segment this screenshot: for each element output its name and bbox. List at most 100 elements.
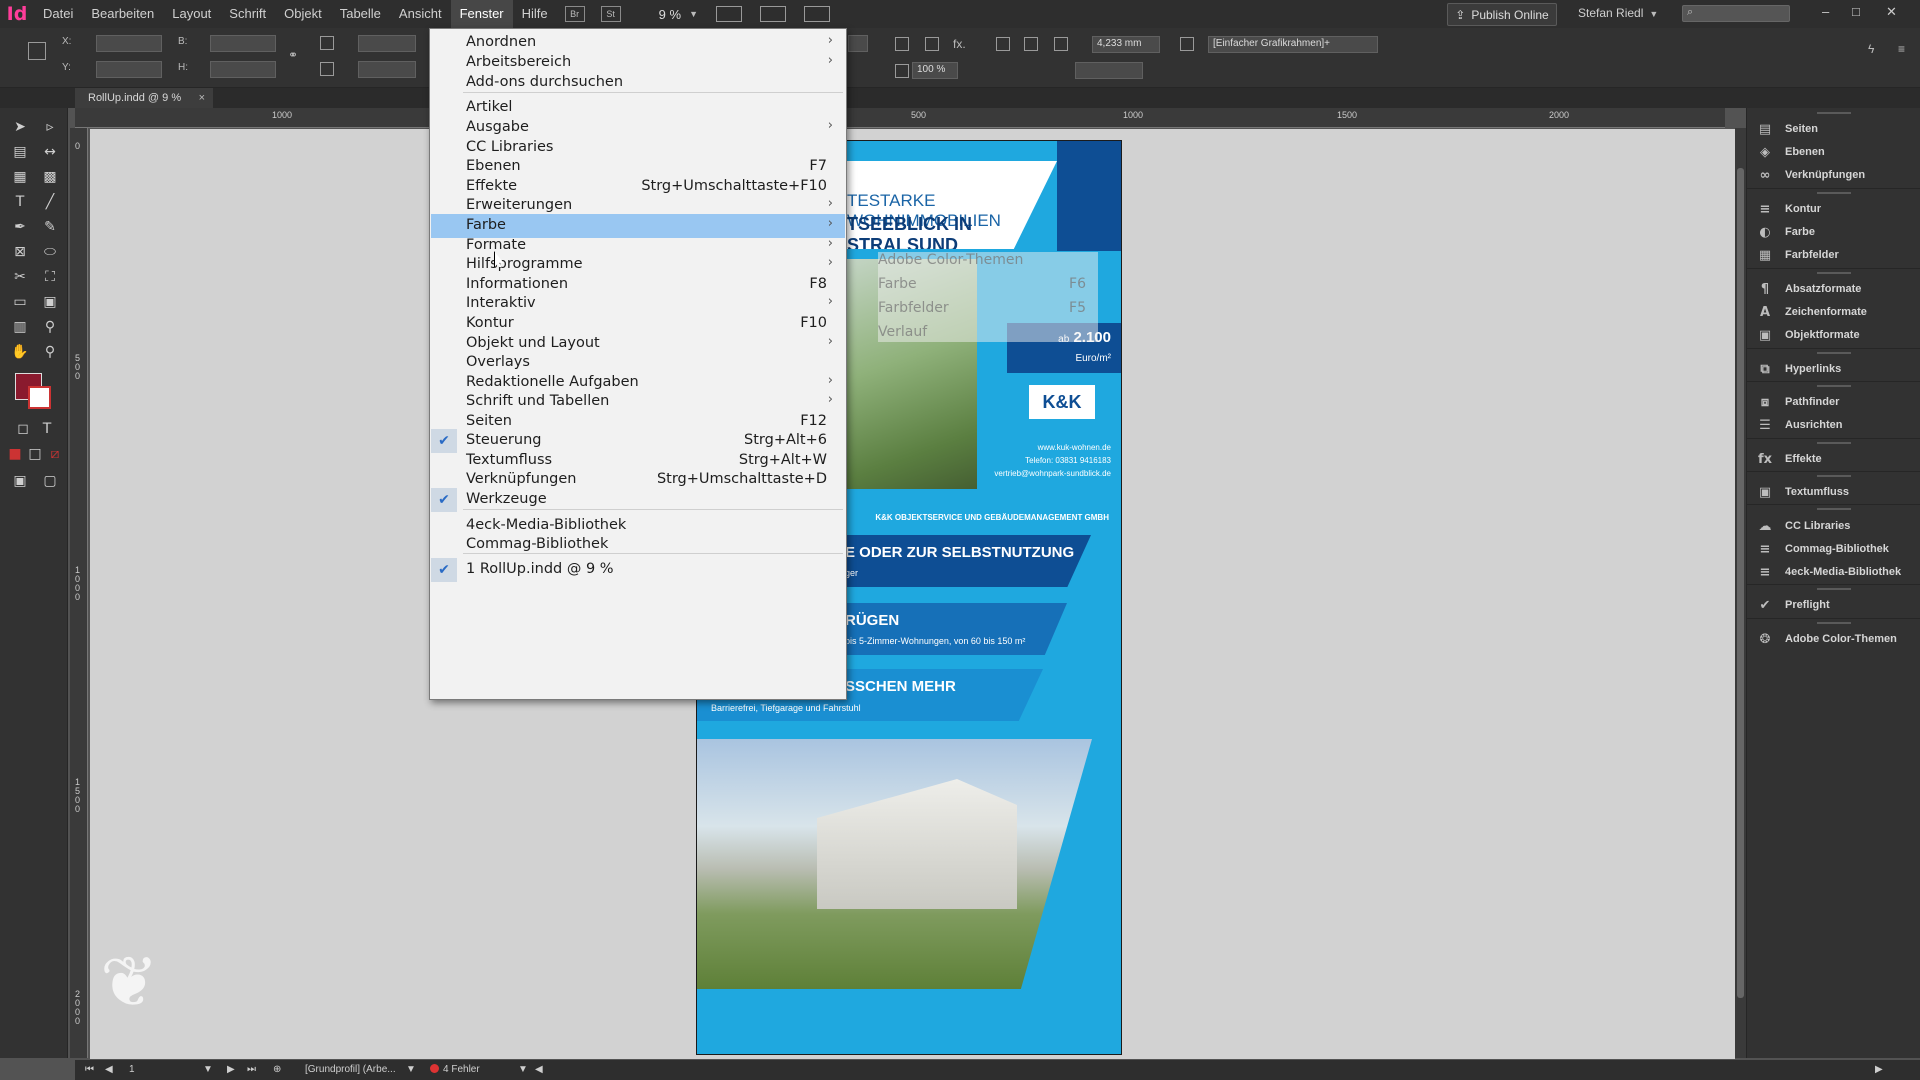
apply-gradient-icon[interactable]: □: [24, 443, 46, 465]
scale-x-field[interactable]: [358, 35, 416, 52]
chevron-down-icon[interactable]: ▼: [518, 1064, 528, 1075]
formatting-text-icon[interactable]: T: [36, 418, 58, 440]
rectangle-frame-tool-icon[interactable]: ⊠: [9, 241, 31, 263]
menu-objekt[interactable]: Objekt: [275, 0, 331, 28]
vertical-scrollbar[interactable]: [1735, 128, 1746, 1058]
opacity-field[interactable]: 100 %: [912, 62, 958, 79]
panel-group-grip[interactable]: [1747, 112, 1920, 114]
constrain-proportions-icon[interactable]: ⚭: [288, 48, 298, 62]
panel-cc-libraries[interactable]: ☁ CC Libraries: [1747, 515, 1920, 539]
submenu-item[interactable]: Verlauf: [878, 324, 927, 340]
panel-ausrichten[interactable]: ☰ Ausrichten: [1747, 414, 1920, 438]
frame-style-select[interactable]: [Einfacher Grafikrahmen]+: [1208, 36, 1378, 53]
content-placer-icon[interactable]: ▩: [39, 166, 61, 188]
panel-verkn-pfungen[interactable]: ∞ Verknüpfungen: [1747, 164, 1920, 188]
ellipse-tool-icon[interactable]: ⬭: [39, 241, 61, 263]
scroll-right-icon[interactable]: ▶: [1875, 1064, 1883, 1075]
selection-tool-icon[interactable]: ➤: [9, 116, 31, 138]
panel-hyperlinks[interactable]: ⧉ Hyperlinks: [1747, 358, 1920, 382]
panel-adobe-color-themen[interactable]: ❂ Adobe Color-Themen: [1747, 628, 1920, 652]
zoom-level[interactable]: 9 %: [659, 7, 681, 22]
menu-item-1-rollup-indd-9[interactable]: ✔ 1 RollUp.indd @ 9 %: [431, 558, 845, 582]
stock-button[interactable]: St: [600, 6, 621, 22]
gradient-swatch-tool-icon[interactable]: ▭: [9, 291, 31, 313]
screen-mode-icon[interactable]: ▢: [39, 470, 61, 492]
panel-pathfinder[interactable]: ⧈ Pathfinder: [1747, 391, 1920, 415]
chevron-down-icon[interactable]: ▼: [406, 1064, 416, 1075]
stroke-weight-field[interactable]: 4,233 mm: [1092, 36, 1160, 53]
panel-4eck-media-bibliothek[interactable]: ≡ 4eck-Media-Bibliothek: [1747, 561, 1920, 585]
width-field[interactable]: [210, 35, 276, 52]
user-menu[interactable]: Stefan Riedl ▼: [1578, 6, 1658, 20]
direct-selection-tool-icon[interactable]: ▹: [39, 116, 61, 138]
zoom-tool-icon[interactable]: ⚲: [39, 341, 61, 363]
view-options-icon[interactable]: [715, 6, 742, 22]
submenu-item[interactable]: Farbe: [878, 276, 917, 292]
preflight-errors[interactable]: 4 Fehler: [430, 1064, 480, 1075]
next-page-icon[interactable]: ▶: [227, 1064, 235, 1075]
panel-group-grip[interactable]: [1747, 192, 1920, 194]
panel-kontur[interactable]: ≡ Kontur: [1747, 198, 1920, 222]
screen-mode-icon[interactable]: [759, 6, 786, 22]
panel-absatzformate[interactable]: ¶ Absatzformate: [1747, 278, 1920, 302]
first-page-icon[interactable]: ⏮: [85, 1064, 94, 1075]
panel-seiten[interactable]: ▤ Seiten: [1747, 118, 1920, 142]
panel-group-grip[interactable]: [1747, 475, 1920, 477]
gap-tool-icon[interactable]: ↔: [39, 141, 61, 163]
maximize-button[interactable]: □: [1852, 4, 1860, 19]
fx-icon[interactable]: fx.: [953, 37, 966, 51]
apply-none-icon[interactable]: ⧄: [44, 443, 66, 465]
gradient-feather-tool-icon[interactable]: ▣: [39, 291, 61, 313]
fitting-icon[interactable]: [996, 37, 1010, 51]
search-input[interactable]: ⌕: [1682, 5, 1790, 22]
height-field[interactable]: [210, 61, 276, 78]
hand-tool-icon[interactable]: ✋: [9, 341, 31, 363]
stroke-weight-icon[interactable]: [1054, 37, 1068, 51]
panel-group-grip[interactable]: [1747, 385, 1920, 387]
scroll-left-icon[interactable]: ◀: [535, 1064, 543, 1075]
submenu-item[interactable]: Farbfelder: [878, 300, 949, 316]
eyedropper-tool-icon[interactable]: ⚲: [39, 316, 61, 338]
menu-schrift[interactable]: Schrift: [220, 0, 275, 28]
page-number[interactable]: 1: [129, 1064, 135, 1075]
chevron-down-icon[interactable]: ▼: [203, 1064, 213, 1075]
type-tool-icon[interactable]: T: [9, 191, 31, 213]
previous-page-icon[interactable]: ◀: [105, 1064, 113, 1075]
panel-group-grip[interactable]: [1747, 272, 1920, 274]
panel-group-grip[interactable]: [1747, 622, 1920, 624]
apply-color-icon[interactable]: ■: [4, 443, 26, 465]
panel-preflight[interactable]: ✔ Preflight: [1747, 594, 1920, 618]
arrange-documents-icon[interactable]: [803, 6, 830, 22]
menu-fenster[interactable]: Fenster: [450, 0, 513, 28]
panel-farbe[interactable]: ◐ Farbe: [1747, 221, 1920, 245]
pen-tool-icon[interactable]: ✒: [9, 216, 31, 238]
panel-group-grip[interactable]: [1747, 352, 1920, 354]
line-tool-icon[interactable]: ╱: [39, 191, 61, 213]
scale-y-icon[interactable]: [320, 62, 334, 76]
reference-point-icon[interactable]: [28, 42, 46, 60]
menu-bearbeiten[interactable]: Bearbeiten: [82, 0, 163, 28]
menu-layout[interactable]: Layout: [163, 0, 220, 28]
panel-textumfluss[interactable]: ▣ Textumfluss: [1747, 481, 1920, 505]
close-icon[interactable]: ×: [199, 88, 205, 108]
close-window-button[interactable]: ✕: [1886, 4, 1897, 20]
preflight-profile[interactable]: [Grundprofil] (Arbe...: [305, 1064, 396, 1075]
panel-ebenen[interactable]: ◈ Ebenen: [1747, 141, 1920, 165]
normal-mode-icon[interactable]: ▣: [9, 470, 31, 492]
scissors-tool-icon[interactable]: ✂: [9, 266, 31, 288]
effects-toggle-icon[interactable]: [925, 37, 939, 51]
note-tool-icon[interactable]: ▥: [9, 316, 31, 338]
menu-hilfe[interactable]: Hilfe: [513, 0, 557, 28]
scale-y-field[interactable]: [358, 61, 416, 78]
panel-group-grip[interactable]: [1747, 588, 1920, 590]
menu-tabelle[interactable]: Tabelle: [331, 0, 390, 28]
stroke-swatch[interactable]: [28, 386, 51, 409]
panel-commag-bibliothek[interactable]: ≡ Commag-Bibliothek: [1747, 538, 1920, 562]
quick-apply-icon[interactable]: ϟ: [1868, 42, 1874, 56]
menu-ansicht[interactable]: Ansicht: [390, 0, 451, 28]
open-page-icon[interactable]: ⊕: [273, 1064, 281, 1075]
drop-shadow-icon[interactable]: [895, 37, 909, 51]
document-tab[interactable]: RollUp.indd @ 9 % ×: [75, 88, 213, 108]
frame-style-icon[interactable]: [1180, 37, 1194, 51]
chevron-down-icon[interactable]: ▼: [689, 9, 698, 19]
